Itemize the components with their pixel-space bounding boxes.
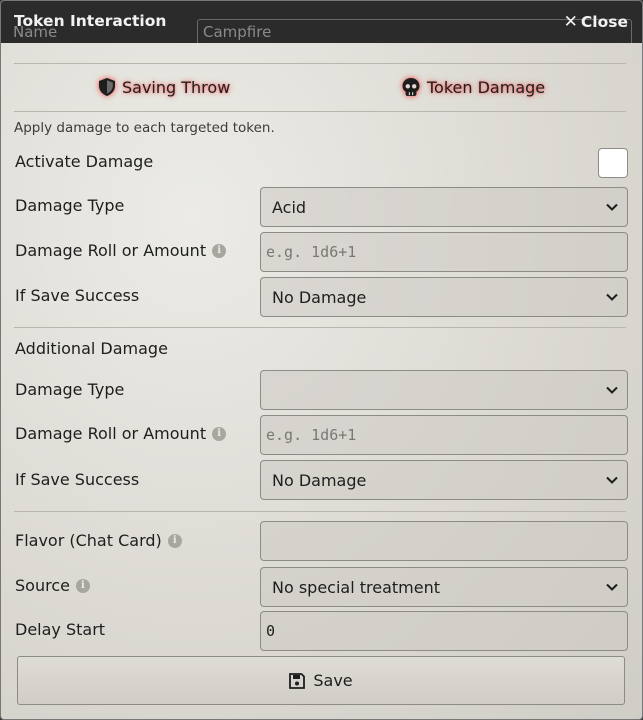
info-icon[interactable]: i <box>167 533 182 548</box>
delay-start-value: 0 <box>266 622 276 640</box>
delay-start-input[interactable]: 0 <box>260 611 628 651</box>
additional-damage-roll-label: Damage Roll or Amount i <box>15 424 227 443</box>
flavor-label-text: Flavor (Chat Card) <box>15 531 162 550</box>
additional-damage-type-select[interactable] <box>260 370 628 410</box>
close-label: Close <box>580 13 628 31</box>
token-interaction-dialog: Name Campfire Token Interaction ✕ Close S… <box>0 0 643 720</box>
additional-damage-heading: Additional Damage <box>15 339 168 358</box>
additional-save-success-value: No Damage <box>272 470 367 490</box>
save-button[interactable]: Save <box>17 656 625 705</box>
damage-type-value: Acid <box>272 197 307 217</box>
shield-icon <box>99 78 115 96</box>
chevron-down-icon <box>606 386 618 394</box>
flavor-label: Flavor (Chat Card) i <box>15 531 182 550</box>
tab-saving-throw[interactable]: Saving Throw <box>99 75 230 99</box>
flavor-input[interactable] <box>260 521 628 561</box>
window-title: Token Interaction <box>14 12 167 30</box>
chevron-down-icon <box>606 583 618 591</box>
divider <box>14 63 626 64</box>
chevron-down-icon <box>606 203 618 211</box>
tab-token-damage-label: Token Damage <box>427 77 546 97</box>
damage-roll-label-text: Damage Roll or Amount <box>15 241 207 260</box>
additional-save-success-label: If Save Success <box>15 470 140 489</box>
damage-type-label: Damage Type <box>15 196 125 215</box>
damage-roll-input[interactable]: e.g. 1d6+1 <box>260 232 628 272</box>
additional-save-success-select[interactable]: No Damage <box>260 460 628 500</box>
close-button[interactable]: ✕ Close <box>564 12 628 32</box>
help-text: Apply damage to each targeted token. <box>14 120 275 136</box>
chevron-down-icon <box>606 476 618 484</box>
source-select[interactable]: No special treatment <box>260 567 628 607</box>
floppy-disk-icon <box>289 672 306 689</box>
additional-damage-roll-label-text: Damage Roll or Amount <box>15 424 207 443</box>
source-label-text: Source <box>15 576 70 595</box>
additional-damage-type-label: Damage Type <box>15 380 125 399</box>
close-icon: ✕ <box>563 12 578 32</box>
title-bar[interactable]: Name Campfire Token Interaction ✕ Close <box>1 1 642 43</box>
damage-roll-placeholder: e.g. 1d6+1 <box>266 243 357 261</box>
info-icon[interactable]: i <box>212 243 227 258</box>
skull-icon <box>402 78 420 96</box>
tab-token-damage[interactable]: Token Damage <box>402 75 545 99</box>
divider <box>14 511 626 512</box>
save-success-value: No Damage <box>272 287 367 307</box>
info-icon[interactable]: i <box>75 578 90 593</box>
save-success-select[interactable]: No Damage <box>260 277 628 317</box>
divider <box>14 327 626 328</box>
activate-damage-checkbox[interactable] <box>598 148 628 178</box>
additional-damage-roll-input[interactable]: e.g. 1d6+1 <box>260 415 628 455</box>
damage-roll-label: Damage Roll or Amount i <box>15 241 227 260</box>
delay-start-label: Delay Start <box>15 620 106 639</box>
additional-damage-roll-placeholder: e.g. 1d6+1 <box>266 426 357 444</box>
activate-damage-label: Activate Damage <box>15 152 154 171</box>
source-label: Source i <box>15 576 90 595</box>
divider <box>14 111 626 112</box>
save-success-label: If Save Success <box>15 286 140 305</box>
damage-type-select[interactable]: Acid <box>260 187 628 227</box>
info-icon[interactable]: i <box>212 426 227 441</box>
tab-saving-throw-label: Saving Throw <box>122 77 231 97</box>
save-button-label: Save <box>313 671 353 690</box>
source-value: No special treatment <box>272 577 441 597</box>
background-name-value: Campfire <box>203 23 272 41</box>
chevron-down-icon <box>606 293 618 301</box>
